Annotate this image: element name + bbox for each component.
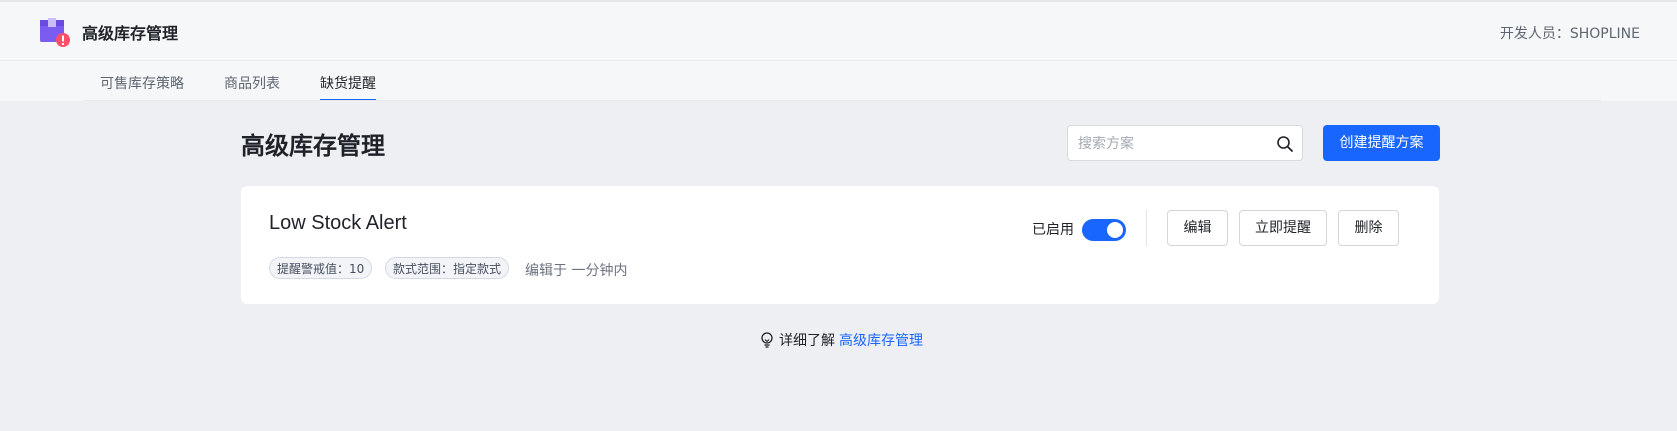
learn-more-text: 详细了解 <box>779 333 835 349</box>
top-header: 高级库存管理 开发人员：SHOPLINE <box>0 0 1677 61</box>
threshold-tag: 提醒警戒值：10 <box>269 257 373 279</box>
tab-bar: 可售库存策略 商品列表 缺货提醒 <box>0 61 1677 101</box>
notify-now-button[interactable]: 立即提醒 <box>1239 210 1327 246</box>
tab-stockout-alert[interactable]: 缺货提醒 <box>320 73 376 101</box>
edited-time: 编辑于 一分钟内 <box>525 263 628 279</box>
variant-scope-tag: 款式范围：指定款式 <box>385 257 510 279</box>
action-divider <box>1146 210 1147 246</box>
alert-plan-title: Low Stock Alert <box>269 212 407 234</box>
lightbulb-icon <box>761 332 773 348</box>
learn-more-link[interactable]: 高级库存管理 <box>839 333 923 349</box>
toggle-knob <box>1107 222 1123 238</box>
search-icon[interactable] <box>1276 135 1294 153</box>
alert-plan-card: Low Stock Alert 提醒警戒值：10 款式范围：指定款式 编辑于 一… <box>241 186 1439 304</box>
status-label: 已启用 <box>1032 222 1074 238</box>
page-title: 高级库存管理 <box>241 132 385 160</box>
edit-button[interactable]: 编辑 <box>1167 210 1228 246</box>
create-alert-plan-button[interactable]: 创建提醒方案 <box>1323 125 1440 161</box>
enable-toggle[interactable] <box>1082 219 1126 241</box>
tab-sellable-stock-strategy[interactable]: 可售库存策略 <box>100 73 184 93</box>
delete-button[interactable]: 删除 <box>1338 210 1399 246</box>
developer-info: 开发人员：SHOPLINE <box>1499 26 1640 42</box>
search-input[interactable] <box>1076 134 1270 154</box>
tab-product-list[interactable]: 商品列表 <box>224 73 280 93</box>
learn-more: 详细了解 高级库存管理 <box>760 330 923 350</box>
inventory-box-alert-icon <box>40 18 70 47</box>
search-box <box>1067 125 1303 161</box>
tab-divider <box>84 100 1601 101</box>
app-title: 高级库存管理 <box>82 24 179 43</box>
